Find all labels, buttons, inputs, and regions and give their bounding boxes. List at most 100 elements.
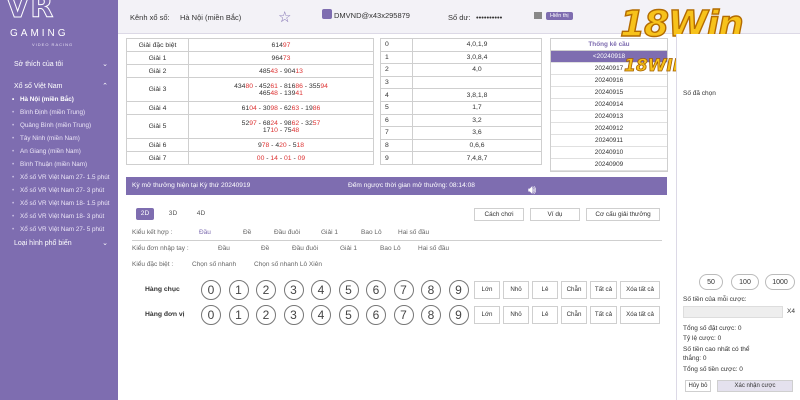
period-item[interactable]: 20240914 <box>551 99 667 111</box>
chip-1000[interactable]: 1000 <box>765 274 795 290</box>
sidebar-item-5[interactable]: Bình Thuận (miền Nam) <box>0 161 118 169</box>
vr-gaming-logo[interactable]: VR GAMING VIDEO RACING <box>0 0 118 52</box>
period-item[interactable]: 20240913 <box>551 111 667 123</box>
digit-ball[interactable]: 1 <box>228 280 249 300</box>
manual-option-de[interactable]: Đề <box>261 245 269 252</box>
quick-select-button[interactable]: Nhỏ <box>503 281 529 299</box>
head-digit: 9 <box>380 151 413 165</box>
prize-structure-button[interactable]: Cơ cấu giải thưởng <box>586 208 660 221</box>
example-button[interactable]: Ví dụ <box>530 208 580 221</box>
prize-numbers: 00 - 14 - 01 - 09 <box>188 151 374 165</box>
combo-option-giai-1[interactable]: Giải 1 <box>321 229 338 236</box>
digit-ball[interactable]: 6 <box>366 305 386 325</box>
prize-digits: 73 <box>282 54 291 62</box>
chip-100[interactable]: 100 <box>731 274 759 290</box>
digit-ball[interactable]: 5 <box>338 280 359 300</box>
combo-option-de[interactable]: Đề <box>243 229 251 236</box>
manual-option-giai-1[interactable]: Giải 1 <box>340 245 357 252</box>
digit-ball[interactable]: 2 <box>256 280 276 300</box>
sidebar-item-3[interactable]: Tây Ninh (miền Nam) <box>0 135 118 143</box>
digit-ball[interactable]: 0 <box>201 280 221 300</box>
period-item[interactable]: 20240911 <box>551 135 667 147</box>
sidebar-item-6[interactable]: Xổ số VR Việt Nam 27- 1.5 phút <box>0 174 118 182</box>
quick-select-button[interactable]: Lớn <box>474 281 500 299</box>
digit-ball[interactable]: 8 <box>421 305 441 325</box>
sidebar-item-2[interactable]: Quảng Bình (miền Trung) <box>0 122 118 130</box>
sidebar-item-9[interactable]: Xổ số VR Việt Nam 18- 3 phút <box>0 213 118 221</box>
results-row: Giải 3 43480 - 45261 - 81686 - 35594 46548… <box>126 77 374 102</box>
tab-4d[interactable]: 4D <box>192 208 210 220</box>
quick-select-button[interactable]: Lẻ <box>532 306 558 324</box>
quick-select-button[interactable]: Tất cả <box>590 306 617 324</box>
digit-ball[interactable]: 5 <box>338 305 359 325</box>
quick-select-button[interactable]: Xóa tất cả <box>620 306 660 324</box>
tab-3d[interactable]: 3D <box>164 208 182 220</box>
quick-select-button[interactable]: Chẵn <box>561 306 587 324</box>
manual-option-hai-so-dau[interactable]: Hai số đầu <box>418 245 449 252</box>
sidebar-item-4[interactable]: An Giang (miền Nam) <box>0 148 118 156</box>
digit-ball[interactable]: 2 <box>256 305 276 325</box>
special-option-quick-pick-lo-xien[interactable]: Chọn số nhanh Lô Xiên <box>254 261 322 268</box>
amount-input[interactable] <box>683 306 783 318</box>
digit-ball[interactable]: 6 <box>366 280 386 300</box>
combo-option-bao-lo[interactable]: Bao Lô <box>361 229 382 236</box>
manual-option-dau-duoi[interactable]: Đầu đuôi <box>292 245 318 252</box>
quick-select-button[interactable]: Nhỏ <box>503 306 529 324</box>
quick-select-button[interactable]: Tất cả <box>590 281 617 299</box>
cancel-button[interactable]: Hủy bỏ <box>685 380 711 392</box>
period-item[interactable]: 20240909 <box>551 159 667 171</box>
digit-ball[interactable]: 7 <box>393 280 414 300</box>
sidebar-item-0[interactable]: Hà Nội (miền Bắc) <box>0 96 118 104</box>
manual-option-bao-lo[interactable]: Bao Lô <box>380 245 401 252</box>
tab-2d[interactable]: 2D <box>136 208 154 220</box>
quick-select-button[interactable]: Lẻ <box>532 281 558 299</box>
star-icon[interactable]: ☆ <box>278 8 291 26</box>
combo-option-dau[interactable]: Đầu <box>199 229 211 236</box>
speaker-icon[interactable]: 🔊︎ <box>528 182 536 198</box>
bet-slip-panel: Số đã chọn 50 100 1000 Số tiền của mỗi c… <box>676 34 800 400</box>
results-row: Giải 2 48543 - 90413 <box>126 64 374 78</box>
quick-select-button[interactable]: Xóa tất cả <box>620 281 660 299</box>
digit-ball[interactable]: 3 <box>283 280 304 300</box>
sidebar-item-10[interactable]: Xổ số VR Việt Nam 27- 5 phút <box>0 226 118 234</box>
digit-ball[interactable]: 3 <box>283 305 304 325</box>
combo-option-hai-so-dau[interactable]: Hai số đầu <box>398 229 429 236</box>
special-option-quick-pick[interactable]: Chọn số nhanh <box>192 261 236 268</box>
digit-ball[interactable]: 0 <box>201 305 221 325</box>
dropdown-icon[interactable] <box>534 12 542 19</box>
sidebar-favorites[interactable]: Sở thích của tôi ⌄ <box>0 60 118 70</box>
prize-digits: - 75 <box>277 126 292 134</box>
balance-value: •••••••••• <box>476 13 503 22</box>
period-item[interactable]: 20240910 <box>551 147 667 159</box>
channel-label: Kênh xổ số: <box>130 13 170 22</box>
prize-name: Giải 1 <box>126 51 189 65</box>
digit-ball[interactable]: 9 <box>448 305 469 325</box>
head-digit: 8 <box>380 138 413 153</box>
prize-digits: - 452 <box>253 82 271 90</box>
digit-ball[interactable]: 8 <box>421 280 441 300</box>
channel-value[interactable]: Hà Nội (miền Bắc) <box>180 13 241 22</box>
prize-digits: 964 <box>271 54 283 62</box>
sidebar-item-1[interactable]: Bình Định (miền Trung) <box>0 109 118 117</box>
sidebar: VR GAMING VIDEO RACING Sở thích của tôi … <box>0 0 118 400</box>
digit-ball[interactable]: 7 <box>393 305 414 325</box>
sidebar-item-7[interactable]: Xổ số VR Việt Nam 27- 3 phút <box>0 187 118 195</box>
sidebar-item-8[interactable]: Xổ số VR Việt Nam 18- 1.5 phút <box>0 200 118 208</box>
digit-ball[interactable]: 1 <box>228 305 249 325</box>
results-row: Giải đặc biệt 61497 <box>126 38 374 52</box>
period-item[interactable]: 20240912 <box>551 123 667 135</box>
sidebar-vn-lottery[interactable]: Xổ số Việt Nam ⌃ <box>0 82 118 92</box>
quick-select-button[interactable]: Lớn <box>474 306 500 324</box>
combo-option-dau-duoi[interactable]: Đầu đuôi <box>274 229 300 236</box>
digit-ball[interactable]: 9 <box>448 280 469 300</box>
head-digit: 1 <box>380 50 413 65</box>
digit-ball[interactable]: 4 <box>311 280 331 300</box>
sidebar-other-types[interactable]: Loại hình phổ biến ⌄ <box>0 239 118 249</box>
digit-ball[interactable]: 4 <box>311 305 331 325</box>
manual-option-dau[interactable]: Đầu <box>218 245 230 252</box>
chip-50[interactable]: 50 <box>699 274 723 290</box>
show-balance-button[interactable]: Hiển thị <box>546 12 573 20</box>
quick-select-button[interactable]: Chẵn <box>561 281 587 299</box>
how-to-play-button[interactable]: Cách chơi <box>474 208 524 221</box>
confirm-bet-button[interactable]: Xác nhận cược <box>717 380 793 392</box>
